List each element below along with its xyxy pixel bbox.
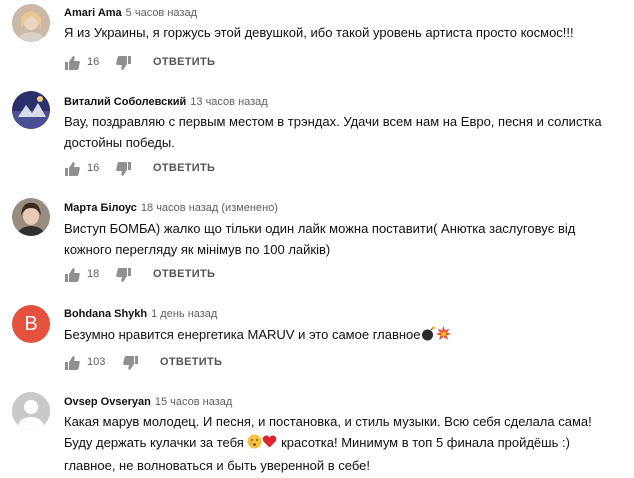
- avatar[interactable]: [12, 91, 50, 129]
- thumbs-up-icon[interactable]: [64, 55, 80, 71]
- bomb-emoji: [421, 326, 436, 347]
- comment-header: Ovsep Ovseryan 15 часов назад: [64, 395, 232, 409]
- comment-text: Вау, поздравляю с первым местом в трэнда…: [64, 114, 602, 150]
- thumbs-up-icon[interactable]: [64, 161, 80, 177]
- like-count: 103: [87, 356, 106, 368]
- timestamp[interactable]: 13 часов назад: [190, 96, 267, 108]
- comment-line: Какая марув молодец. И песня, и постанов…: [64, 414, 592, 429]
- author-name[interactable]: Марта Білоус: [64, 202, 137, 214]
- author-name[interactable]: Amari Ama: [64, 7, 122, 19]
- default-user-icon: [12, 392, 50, 430]
- comment-line-part: красотка! Минимум в топ 5 финала пройдёш…: [281, 435, 570, 450]
- comment-line-part: Буду держать кулачки за тебя: [64, 435, 244, 450]
- timestamp[interactable]: 1 день назад: [151, 308, 217, 320]
- thumbs-down-icon[interactable]: [116, 55, 132, 71]
- thumbs-down-icon[interactable]: [123, 355, 139, 371]
- user-photo-icon: [12, 198, 50, 236]
- avatar[interactable]: [12, 4, 50, 42]
- comment-text: Безумно нравится енергетика MARUV и это …: [64, 324, 624, 347]
- comment-header: Виталий Соболевский 13 часов назад: [64, 95, 268, 109]
- reply-button[interactable]: ОТВЕТИТЬ: [160, 356, 222, 368]
- thumbs-down-icon[interactable]: [116, 267, 132, 283]
- avatar[interactable]: B: [12, 305, 50, 343]
- comment-line: главное, не волноваться и быть уверенной…: [64, 458, 371, 473]
- avatar[interactable]: [12, 198, 50, 236]
- timestamp[interactable]: 15 часов назад: [155, 396, 232, 408]
- user-photo-icon: [12, 4, 50, 42]
- thumbs-up-icon[interactable]: [64, 267, 80, 283]
- like-count: 16: [87, 162, 100, 174]
- avatar[interactable]: [12, 392, 50, 430]
- thumbs-up-icon[interactable]: [64, 355, 80, 371]
- reply-button[interactable]: ОТВЕТИТЬ: [153, 162, 215, 174]
- reply-button[interactable]: ОТВЕТИТЬ: [153, 268, 215, 280]
- author-name[interactable]: Ovsep Ovseryan: [64, 396, 151, 408]
- author-name[interactable]: Bohdana Shykh: [64, 308, 147, 320]
- comment-text: Виступ БОМБА) жалко що тільки один лайк …: [64, 221, 576, 257]
- comment-line: Буду держать кулачки за тебя красотка! М…: [64, 432, 629, 455]
- thumbs-down-icon[interactable]: [116, 161, 132, 177]
- avatar-letter: B: [24, 312, 38, 335]
- like-count: 16: [87, 56, 100, 68]
- timestamp[interactable]: 18 часов назад (изменено): [141, 202, 278, 214]
- kissing-face-emoji: [247, 434, 262, 455]
- author-name[interactable]: Виталий Соболевский: [64, 96, 186, 108]
- comment-header: Bohdana Shykh 1 день назад: [64, 307, 217, 321]
- comment-text: Я из Украины, я горжусь этой девушкой, и…: [64, 25, 574, 40]
- comment-text: Какая марув молодец. И песня, и постанов…: [64, 411, 629, 476]
- comment-text-content: Безумно нравится енергетика MARUV и это …: [64, 327, 421, 342]
- heart-emoji: [262, 434, 277, 455]
- comment-header: Марта Білоус 18 часов назад (изменено): [64, 201, 278, 215]
- comment-header: Amari Ama 5 часов назад: [64, 6, 197, 20]
- landscape-photo-icon: [12, 91, 50, 129]
- timestamp[interactable]: 5 часов назад: [126, 7, 197, 19]
- like-count: 18: [87, 268, 100, 280]
- reply-button[interactable]: ОТВЕТИТЬ: [153, 56, 215, 68]
- collision-emoji: [435, 326, 451, 347]
